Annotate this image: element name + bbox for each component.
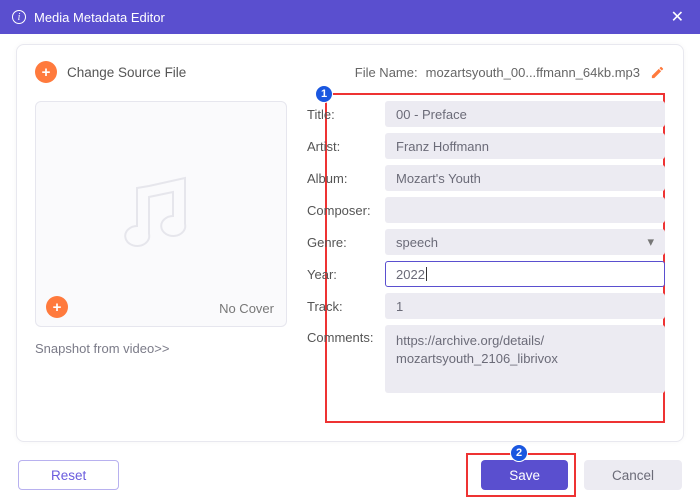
top-row: + Change Source File File Name: mozartsy… [35,61,665,83]
titlebar: i Media Metadata Editor ✕ [0,0,700,34]
content: + Change Source File File Name: mozartsy… [0,34,700,447]
comments-field[interactable]: https://archive.org/details/ mozartsyout… [385,325,665,393]
form-column: 1 Title: 00 - Preface Artist: Franz Hoff… [307,101,665,421]
window-title: Media Metadata Editor [34,10,165,25]
cover-column: + No Cover Snapshot from video>> [35,101,287,421]
chevron-down-icon: ▾ [647,234,654,250]
change-source-button[interactable]: Change Source File [67,65,186,80]
label-genre: Genre: [307,235,385,250]
music-note-icon [111,164,211,264]
label-year: Year: [307,267,385,282]
label-comments: Comments: [307,325,385,345]
callout-badge-2: 2 [510,444,528,462]
label-title: Title: [307,107,385,122]
filename-label: File Name: [355,65,418,80]
window: i Media Metadata Editor ✕ + Change Sourc… [0,0,700,503]
label-artist: Artist: [307,139,385,154]
composer-field[interactable] [385,197,665,223]
footer: Reset Save Cancel 2 [0,447,700,503]
genre-select[interactable]: speech ▾ [385,229,665,255]
snapshot-from-video-link[interactable]: Snapshot from video>> [35,341,287,356]
label-album: Album: [307,171,385,186]
artist-field[interactable]: Franz Hoffmann [385,133,665,159]
track-field[interactable]: 1 [385,293,665,319]
no-cover-label: No Cover [219,301,274,316]
album-field[interactable]: Mozart's Youth [385,165,665,191]
label-composer: Composer: [307,203,385,218]
callout-badge-1: 1 [315,85,333,103]
save-button[interactable]: Save [481,460,568,490]
label-track: Track: [307,299,385,314]
change-source-icon[interactable]: + [35,61,57,83]
cover-art-box[interactable]: + No Cover [35,101,287,327]
add-cover-icon[interactable]: + [46,296,68,318]
body-row: + No Cover Snapshot from video>> 1 Title… [35,101,665,421]
close-icon[interactable]: ✕ [667,3,688,31]
title-field[interactable]: 00 - Preface [385,101,665,127]
main-panel: + Change Source File File Name: mozartsy… [16,44,684,442]
filename-value: mozartsyouth_00...ffmann_64kb.mp3 [426,65,640,80]
year-field[interactable]: 2022 [385,261,665,287]
info-icon: i [12,10,26,24]
metadata-form: Title: 00 - Preface Artist: Franz Hoffma… [307,101,665,393]
cancel-button[interactable]: Cancel [584,460,682,490]
edit-filename-icon[interactable] [650,65,665,80]
reset-button[interactable]: Reset [18,460,119,490]
